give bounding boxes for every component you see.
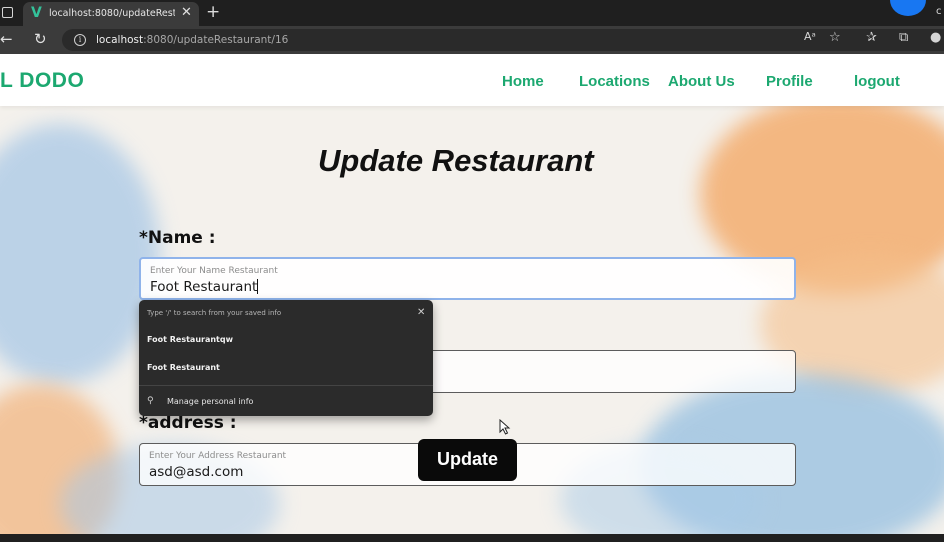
nav-link-logout[interactable]: logout — [854, 73, 900, 90]
tab-close-icon[interactable]: ✕ — [181, 5, 192, 20]
text-caret — [257, 279, 259, 294]
browser-tab[interactable]: V localhost:8080/updateRestaurant ✕ — [23, 2, 199, 26]
collections-icon[interactable]: ⧉ — [899, 30, 908, 45]
name-value: Foot Restaurant — [150, 279, 259, 295]
name-label: *Name : — [139, 228, 216, 248]
taskbar — [0, 534, 944, 542]
new-tab-icon[interactable]: + — [206, 2, 220, 22]
browser-tab-bar: V localhost:8080/updateRestaurant ✕ + c — [0, 0, 944, 26]
nav-link-locations[interactable]: Locations — [579, 73, 650, 90]
page-title: Update Restaurant — [318, 143, 594, 178]
autofill-suggestion[interactable]: Foot Restaurantqw — [147, 335, 233, 344]
watercolor-blob — [0, 124, 160, 384]
vue-favicon-icon: V — [31, 5, 42, 21]
page-viewport: L DODO Home Locations About Us Profile l… — [0, 54, 944, 534]
url-host: localhost — [96, 34, 144, 46]
address-value: asd@asd.com — [149, 464, 244, 480]
window-menu-icon[interactable] — [2, 7, 13, 18]
favorites-list-icon[interactable]: ✰ — [866, 30, 877, 45]
person-settings-icon: ⚲ — [147, 396, 154, 406]
facebook-profile-icon[interactable] — [890, 0, 926, 16]
mouse-cursor-icon — [499, 419, 511, 435]
autofill-popup: Type '/' to search from your saved info … — [139, 300, 433, 416]
nav-link-profile[interactable]: Profile — [766, 73, 813, 90]
name-field[interactable]: Enter Your Name Restaurant Foot Restaura… — [139, 257, 796, 300]
address-bar-row: ← ↻ i localhost:8080/updateRestaurant/16… — [0, 26, 944, 54]
url-text: localhost:8080/updateRestaurant/16 — [96, 34, 288, 46]
autofill-suggestion[interactable]: Foot Restaurant — [147, 363, 220, 372]
nav-link-about-us[interactable]: About Us — [668, 73, 735, 90]
back-arrow-icon[interactable]: ← — [0, 30, 13, 48]
site-logo[interactable]: L DODO — [0, 69, 84, 93]
site-info-icon[interactable]: i — [74, 34, 86, 46]
update-button[interactable]: Update — [418, 439, 517, 481]
reload-icon[interactable]: ↻ — [34, 30, 47, 48]
autofill-hint: Type '/' to search from your saved info — [147, 309, 282, 317]
url-path: :8080/updateRestaurant/16 — [143, 34, 289, 46]
nav-link-home[interactable]: Home — [502, 73, 544, 90]
favorite-star-icon[interactable]: ☆ — [829, 30, 841, 45]
name-placeholder: Enter Your Name Restaurant — [150, 266, 278, 276]
manage-personal-info-link[interactable]: Manage personal info — [167, 397, 253, 406]
address-placeholder: Enter Your Address Restaurant — [149, 451, 287, 461]
address-label: *address : — [139, 413, 237, 433]
site-navbar: L DODO Home Locations About Us Profile l… — [0, 54, 944, 106]
account-icon[interactable]: ● — [930, 30, 941, 45]
close-icon[interactable]: ✕ — [417, 307, 425, 318]
read-aloud-icon[interactable]: Aᵃ — [804, 30, 816, 43]
tab-title: localhost:8080/updateRestaurant — [49, 8, 175, 19]
edge-copilot-icon[interactable]: c — [936, 6, 942, 17]
name-value-text: Foot Restaurant — [150, 279, 258, 295]
divider — [139, 385, 433, 386]
